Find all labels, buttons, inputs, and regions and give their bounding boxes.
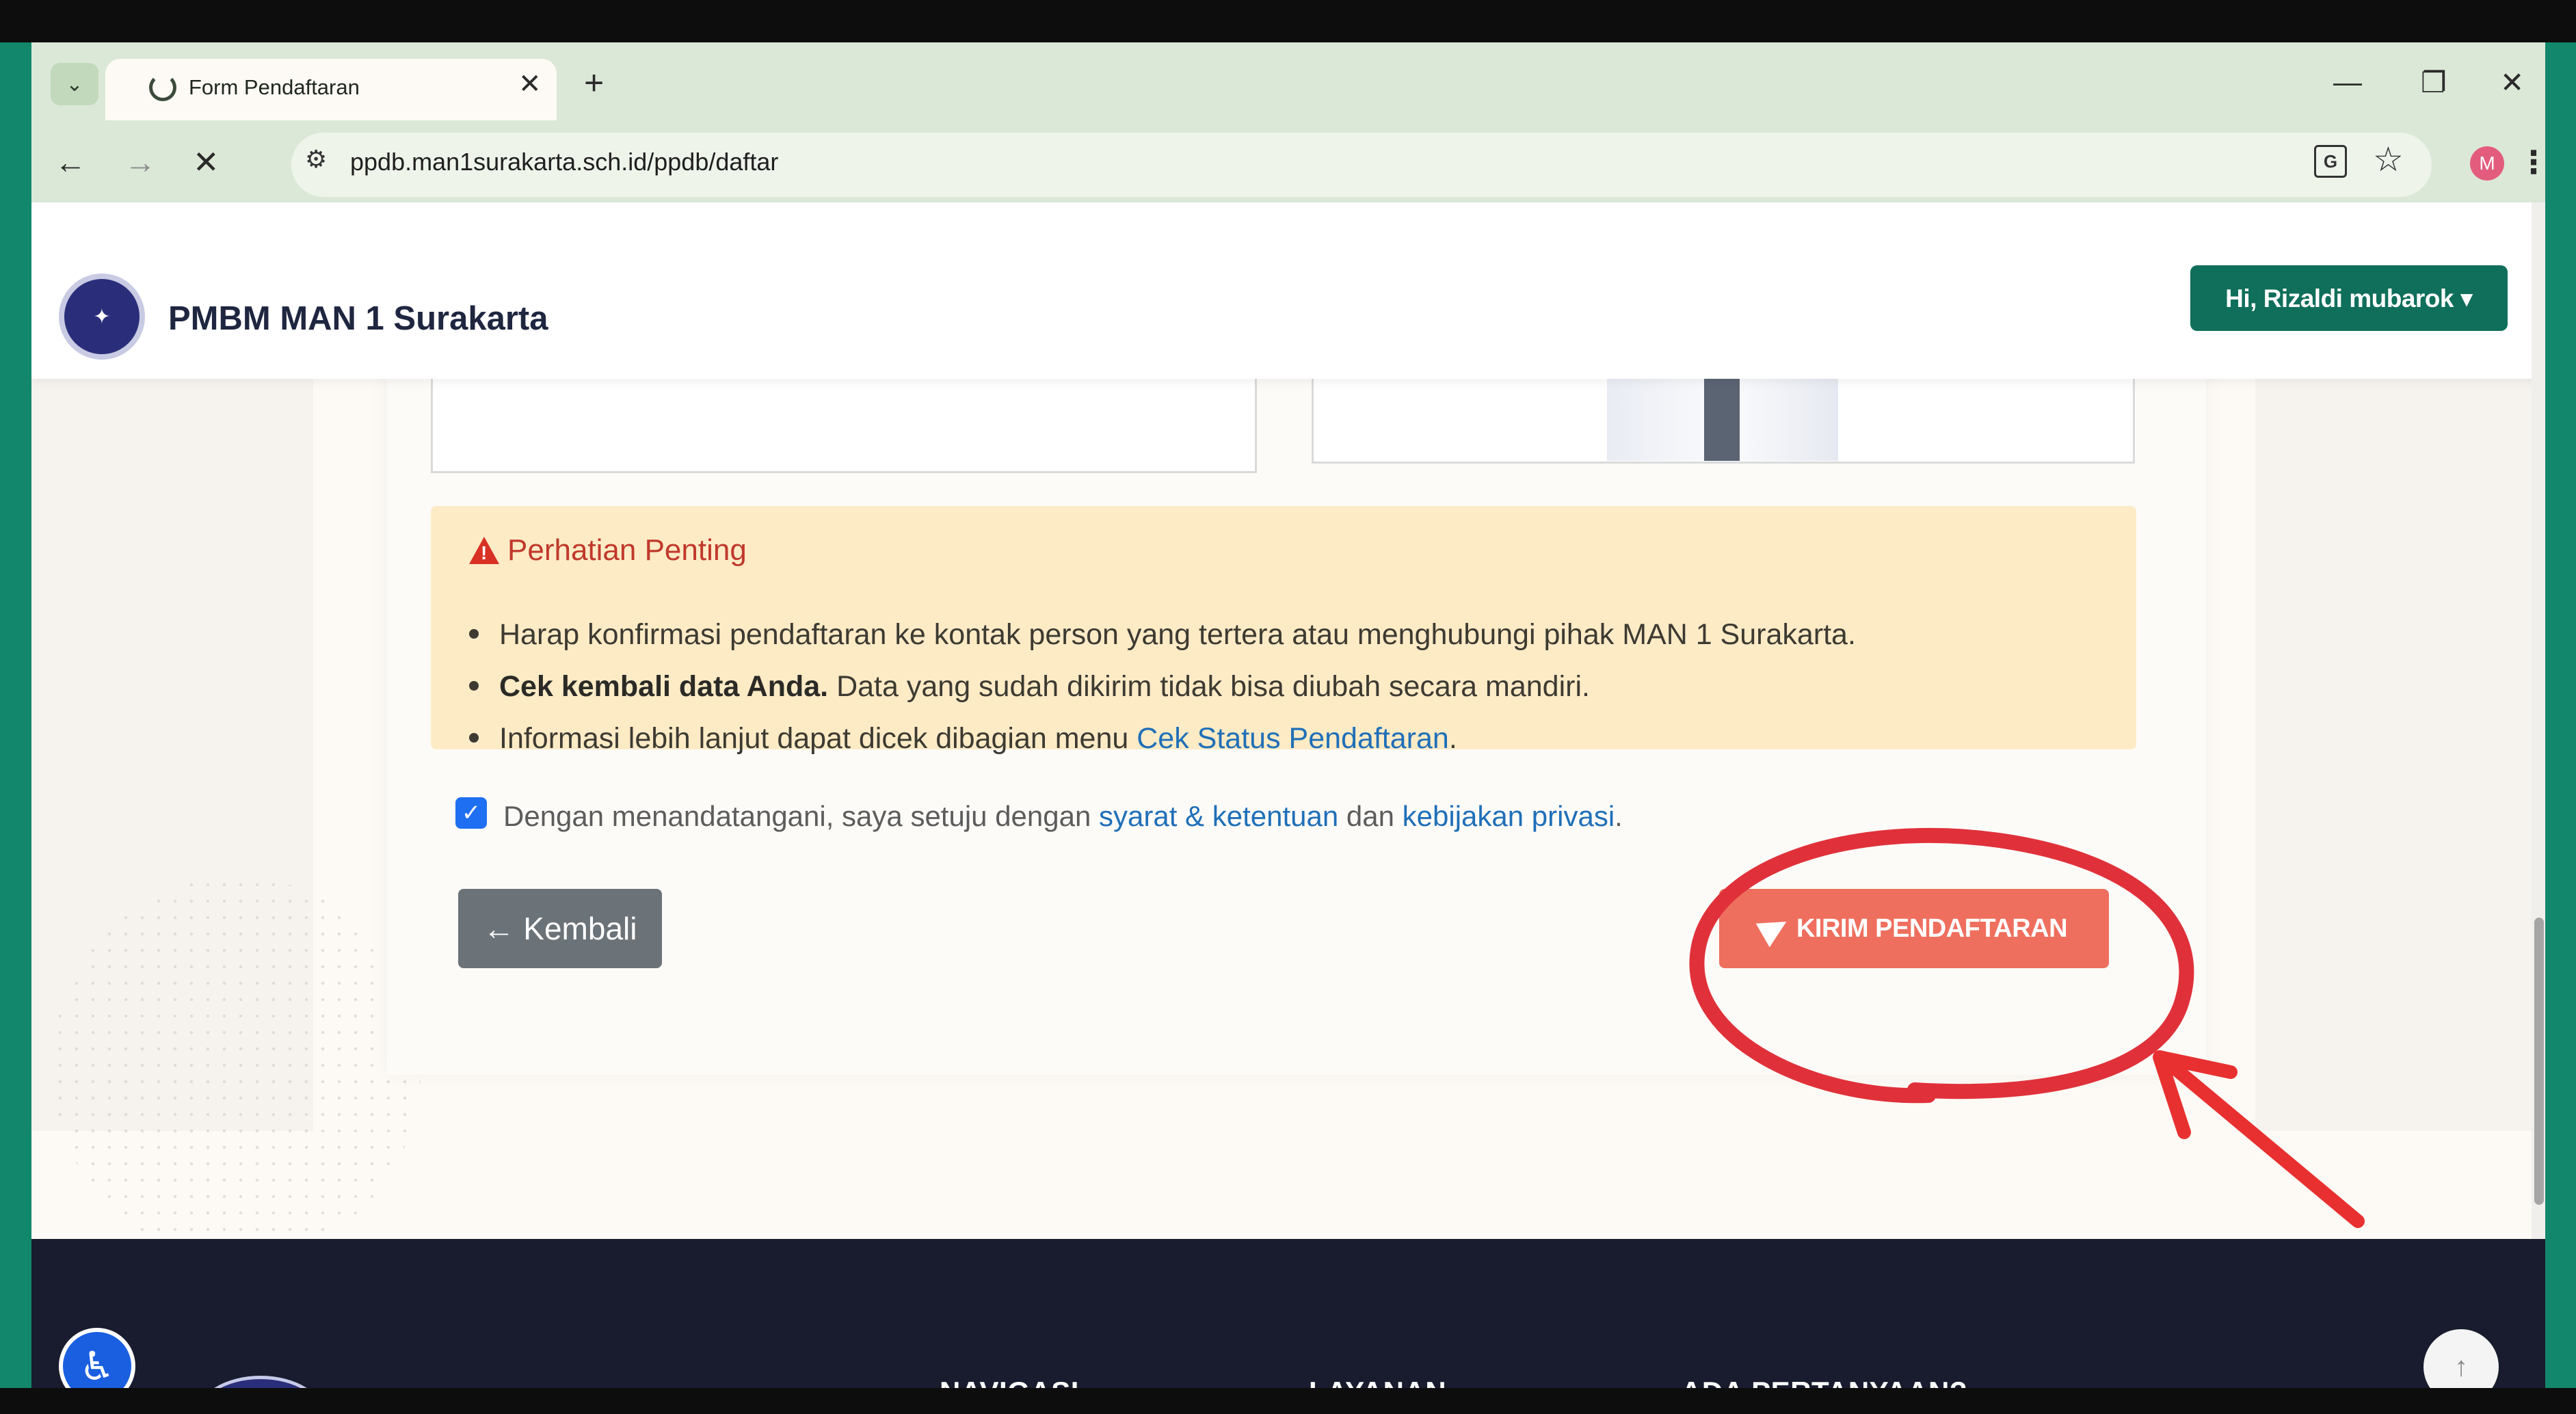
scrollbar-thumb[interactable]	[2534, 918, 2544, 1205]
send-icon	[1755, 909, 1794, 948]
close-window-icon[interactable]: ✕	[2500, 66, 2524, 99]
agreement-text: dan	[1338, 800, 1403, 832]
footer-heading-pertanyaan: ADA PERTANYAAN?	[1681, 1376, 1967, 1388]
notice-item: Harap konfirmasi pendaftaran ke kontak p…	[469, 618, 1856, 652]
site-brand[interactable]: PMBM MAN 1 Surakarta	[168, 299, 548, 338]
scrollbar-track[interactable]	[2532, 202, 2545, 1388]
warning-icon	[469, 537, 499, 564]
site-info-icon[interactable]: ⚙	[305, 145, 327, 174]
footer-heading-layanan: LAYANAN	[1309, 1376, 1446, 1388]
footer-logo	[196, 1376, 326, 1388]
plus-icon[interactable]: +	[584, 63, 604, 103]
url-text[interactable]: ppdb.man1surakarta.sch.id/ppdb/daftar	[350, 148, 778, 176]
notice-title: Perhatian Penting	[469, 533, 747, 568]
agreement-label: Dengan menandatangani, saya setuju denga…	[503, 800, 1623, 833]
dot-pattern	[52, 877, 421, 1259]
star-icon[interactable]: ☆	[2373, 139, 2404, 179]
notice-item: Informasi lebih lanjut dapat dicek dibag…	[469, 722, 1457, 756]
school-logo[interactable]: ✦	[59, 274, 145, 360]
restore-icon[interactable]: ❐	[2421, 66, 2447, 99]
submit-registration-button[interactable]: KIRIM PENDAFTARAN	[1719, 889, 2109, 968]
stop-icon[interactable]: ✕	[193, 144, 220, 181]
profile-avatar[interactable]: M	[2470, 146, 2504, 181]
translate-icon[interactable]: G	[2314, 145, 2347, 178]
right-panel	[2255, 379, 2545, 1131]
agreement-text: Dengan menandatangani, saya setuju denga…	[503, 800, 1100, 832]
check-status-link[interactable]: Cek Status Pendaftaran	[1137, 722, 1449, 755]
back-button[interactable]: ← Kembali	[458, 889, 662, 968]
agreement-text: .	[1615, 800, 1623, 832]
site-header: ✦ PMBM MAN 1 Surakarta Hi, Rizaldi mubar…	[31, 202, 2545, 379]
site-footer: ♿ NAVIGASI LAYANAN ADA PERTANYAAN? ↑	[31, 1239, 2545, 1388]
notice-item-end: .	[1448, 722, 1457, 755]
privacy-link[interactable]: kebijakan privasi	[1403, 800, 1615, 832]
submit-label: KIRIM PENDAFTARAN	[1796, 913, 2068, 943]
notice-item: Cek kembali data Anda. Data yang sudah d…	[469, 670, 1590, 704]
user-menu-button[interactable]: Hi, Rizaldi mubarok ▾	[2190, 265, 2508, 331]
browser-window: ⌄ Form Pendaftaran ✕ + — ❐ ✕ ← → ✕ ⚙ ppd…	[31, 42, 2545, 1388]
forward-arrow-icon[interactable]: →	[124, 144, 156, 181]
scroll-to-top-button[interactable]: ↑	[2424, 1329, 2499, 1388]
tab-list-icon[interactable]: ⌄	[51, 63, 98, 105]
agreement-checkbox[interactable]: ✓	[455, 797, 487, 829]
notice-title-text: Perhatian Penting	[507, 533, 747, 567]
notice-item-text: Informasi lebih lanjut dapat dicek dibag…	[499, 722, 1137, 755]
close-icon[interactable]: ✕	[518, 68, 542, 100]
footer-heading-navigasi: NAVIGASI	[940, 1376, 1079, 1388]
tab-title: Form Pendaftaran	[189, 75, 360, 99]
notice-item-text: Harap konfirmasi pendaftaran ke kontak p…	[499, 618, 1856, 651]
accessibility-icon[interactable]: ♿	[59, 1328, 135, 1388]
screen-top-bar	[0, 0, 2576, 42]
spinner-icon	[149, 74, 176, 101]
kebab-menu-icon[interactable]: ⋮	[2518, 144, 2545, 181]
notice-item-bold: Cek kembali data Anda.	[499, 670, 829, 703]
minimize-icon[interactable]: —	[2333, 66, 2362, 98]
screen-bottom-bar	[0, 1388, 2576, 1414]
notice-item-text: Data yang sudah dikirim tidak bisa diuba…	[828, 670, 1590, 703]
back-arrow-icon[interactable]: ←	[55, 144, 86, 181]
terms-link[interactable]: syarat & ketentuan	[1099, 800, 1338, 832]
